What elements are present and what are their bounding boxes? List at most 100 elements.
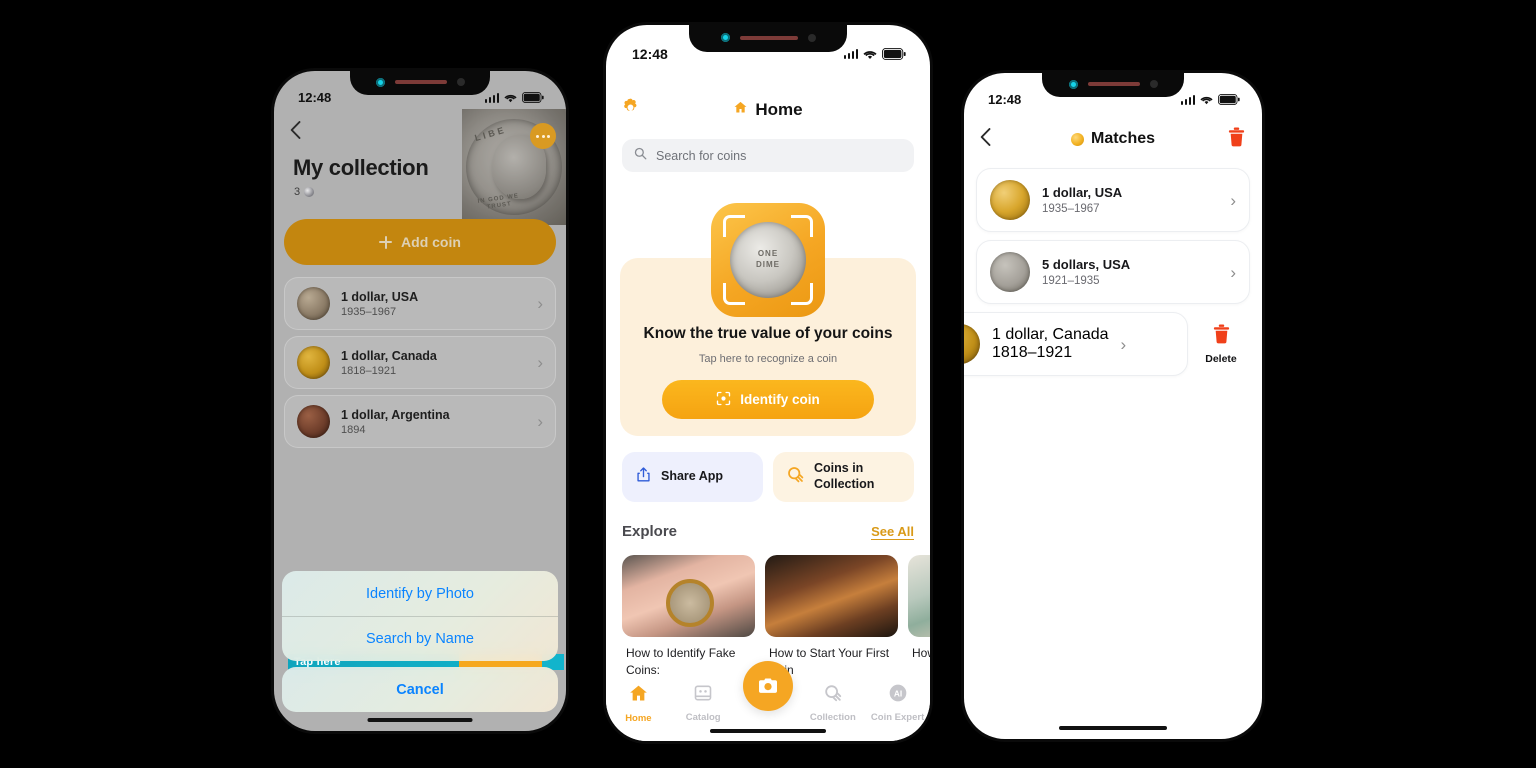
front-camera-icon (375, 77, 385, 87)
swiped-list-item: 1 dollar, Canada 1818–1921 › Delete (964, 312, 1250, 376)
front-camera-icon (1068, 79, 1078, 89)
home-icon (733, 100, 748, 120)
coins-in-collection-button[interactable]: Coins in Collection (773, 452, 914, 502)
coins-in-collection-label: Coins in Collection (814, 461, 875, 491)
action-sheet: Identify by Photo Search by Name (282, 571, 558, 661)
status-indicators (1180, 94, 1241, 105)
cellular-bars-icon (843, 49, 858, 59)
list-item[interactable]: How to Start Your First Coin (765, 555, 898, 680)
coin-icon (1070, 132, 1084, 146)
see-all-link[interactable]: See All (871, 524, 914, 540)
cancel-button[interactable]: Cancel (282, 667, 558, 712)
tab-catalog[interactable]: Catalog (671, 683, 736, 723)
action-sheet-cancel-group: Cancel (282, 667, 558, 712)
plus-icon (379, 235, 393, 249)
sample-coin-line1: ONE (757, 249, 779, 259)
trash-icon (1212, 324, 1231, 349)
page-title-label: Home (755, 100, 803, 119)
list-item[interactable]: 1 dollar, USA 1935–1967 › (284, 277, 556, 330)
coin-avatar (990, 180, 1030, 220)
share-app-button[interactable]: Share App (622, 452, 763, 502)
page-title-label: Matches (1090, 130, 1156, 147)
back-button[interactable] (290, 121, 301, 144)
collection-count: 3 (294, 186, 315, 198)
mid-screen: 12:48 Home Search for coins ONE DIME Kno… (606, 25, 930, 741)
phone-right-matches: 12:48 Matches 1 dollar, USA 1935–1967 › … (961, 70, 1265, 742)
hero-subtitle: Tap here to recognize a coin (698, 353, 838, 365)
chevron-right-icon: › (1230, 262, 1236, 282)
list-item-text: 5 dollars, USA 1921–1935 (1042, 257, 1218, 287)
coin-avatar (297, 287, 330, 320)
matches-header: Matches (964, 121, 1262, 157)
coin-years: 1921–1935 (1042, 275, 1100, 287)
trash-icon[interactable] (1227, 127, 1246, 152)
delete-swipe-action[interactable]: Delete (1192, 312, 1250, 376)
list-item-text: 1 dollar, USA 1935–1967 (1042, 185, 1218, 215)
sample-coin-line2: DIME (756, 260, 780, 269)
scan-target-icon (716, 391, 731, 409)
list-item[interactable]: 1 dollar, Argentina 1894 › (284, 395, 556, 448)
tab-collection[interactable]: Collection (800, 683, 865, 723)
page-title: Matches (1070, 130, 1156, 148)
coin-avatar (990, 252, 1030, 292)
article-caption: How to Identify Fake Coins: (626, 646, 736, 678)
collection-list: 1 dollar, USA 1935–1967 › 1 dollar, Cana… (284, 277, 556, 454)
list-item[interactable]: 1 dollar, Canada 1818–1921 › (964, 312, 1188, 376)
phone-left-my-collection: 12:48 LIBE IN GOD WE TRUST My collection… (271, 68, 569, 734)
wifi-icon (863, 49, 877, 60)
notch (350, 71, 490, 95)
article-thumbnail (765, 555, 898, 637)
coin-years: 1894 (341, 423, 366, 436)
chevron-right-icon: › (537, 353, 543, 372)
list-item[interactable]: How to v (908, 555, 930, 680)
tab-coin-expert[interactable]: AI Coin Expert (865, 683, 930, 723)
home-indicator (367, 718, 473, 722)
sample-coin-image: ONE DIME (730, 222, 806, 298)
list-item[interactable]: How to Identify Fake Coins: (622, 555, 755, 680)
coin-avatar (297, 346, 330, 379)
add-coin-button[interactable]: Add coin (284, 219, 556, 265)
list-item-text: 1 dollar, USA 1935–1967 (341, 290, 526, 318)
status-time: 12:48 (988, 92, 1022, 107)
coin-name: 1 dollar, Argentina (341, 407, 450, 422)
cellular-bars-icon (484, 92, 499, 103)
search-placeholder: Search for coins (656, 148, 747, 163)
home-indicator (710, 729, 826, 733)
home-icon (628, 683, 649, 709)
sensor-dot (1149, 80, 1158, 88)
notch (1042, 73, 1184, 97)
list-item[interactable]: 1 dollar, Canada 1818–1921 › (284, 336, 556, 389)
action-identify-by-photo[interactable]: Identify by Photo (282, 571, 558, 616)
delete-label: Delete (1205, 352, 1237, 365)
list-item[interactable]: 5 dollars, USA 1921–1935 › (976, 240, 1250, 304)
gear-icon[interactable] (620, 97, 641, 123)
search-input[interactable]: Search for coins (622, 139, 914, 172)
coin-stack-icon (823, 683, 843, 708)
list-item[interactable]: 1 dollar, USA 1935–1967 › (976, 168, 1250, 232)
home-indicator (1059, 726, 1167, 730)
tab-coin-expert-label: Coin Expert (870, 712, 925, 723)
camera-shutter-icon[interactable] (743, 661, 793, 711)
quick-actions: Share App Coins in Collection (622, 452, 914, 502)
explore-label: Explore (622, 523, 678, 540)
chevron-right-icon: › (1120, 334, 1127, 354)
coin-years: 1935–1967 (1042, 203, 1100, 215)
ai-icon: AI (888, 683, 908, 708)
coin-icon (304, 187, 315, 197)
more-options-icon[interactable] (530, 123, 556, 149)
coin-years: 1935–1967 (341, 305, 397, 318)
article-thumbnail (908, 555, 930, 637)
back-button[interactable] (980, 127, 991, 151)
tab-home[interactable]: Home (606, 683, 671, 724)
wifi-icon (504, 93, 517, 103)
list-item-text: 1 dollar, Canada 1818–1921 (992, 326, 1109, 362)
action-search-by-name[interactable]: Search by Name (282, 616, 558, 661)
coin-avatar (964, 324, 980, 364)
search-icon (634, 147, 647, 165)
coin-name: 1 dollar, Canada (341, 348, 437, 363)
notch (689, 25, 847, 52)
coin-name: 5 dollars, USA (1042, 257, 1131, 272)
list-item-text: 1 dollar, Argentina 1894 (341, 408, 526, 436)
identify-coin-button[interactable]: Identify coin (662, 380, 874, 419)
coin-years: 1818–1921 (341, 364, 397, 377)
